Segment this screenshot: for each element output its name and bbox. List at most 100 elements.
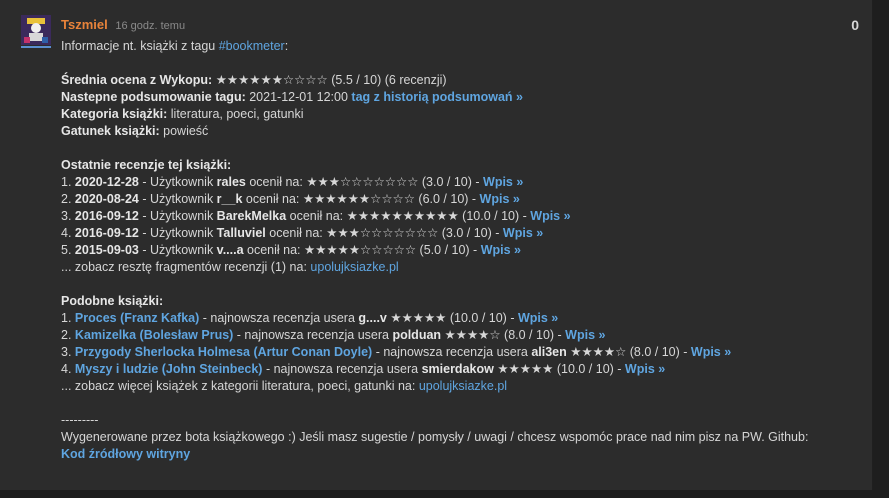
review-stars: ★★★★★☆☆☆☆☆ — [304, 243, 417, 257]
similar-pre: - najnowsza recenzja usera — [199, 311, 359, 325]
genre-line: Gatunek książki: powieść — [61, 123, 861, 140]
similar-title-link[interactable]: Proces (Franz Kafka) — [75, 311, 199, 325]
similar-score: (8.0 / 10) - — [626, 345, 691, 359]
genre-value: powieść — [163, 124, 209, 138]
similar-books-header: Podobne książki: — [61, 293, 861, 310]
review-mid: ocenił na: — [286, 209, 347, 223]
similar-score: (10.0 / 10) - — [553, 362, 625, 376]
similar-user: smierdakow — [421, 362, 494, 376]
source-code-link[interactable]: Kod źródłowy witryny — [61, 447, 190, 461]
separator: --------- — [61, 413, 99, 427]
tag-history-link[interactable]: tag z historią podsumowań » — [351, 90, 523, 104]
review-score: (3.0 / 10) - — [438, 226, 503, 240]
category-label: Kategoria książki: — [61, 107, 168, 121]
more-similar-link[interactable]: upolujksiazke.pl — [419, 379, 507, 393]
review-score: (10.0 / 10) - — [458, 209, 531, 223]
review-user: r__k — [216, 192, 243, 206]
similar-number: 4. — [61, 362, 72, 376]
similar-item: 4. Myszy i ludzie (John Steinbeck) - naj… — [61, 361, 861, 378]
more-reviews-link[interactable]: upolujksiazke.pl — [310, 260, 398, 274]
similar-item: 1. Proces (Franz Kafka) - najnowsza rece… — [61, 310, 861, 327]
similar-pre: - najnowsza recenzja usera — [233, 328, 393, 342]
similar-title-link[interactable]: Przygody Sherlocka Holmesa (Artur Conan … — [75, 345, 372, 359]
similar-link[interactable]: Wpis » — [691, 345, 731, 359]
similar-pre: - najnowsza recenzja usera — [372, 345, 532, 359]
review-stars: ★★★★★★☆☆☆☆ — [302, 192, 415, 206]
review-link[interactable]: Wpis » — [503, 226, 543, 240]
reviews-list: 1. 2020-12-28 - Użytkownik rales ocenił … — [61, 174, 861, 259]
average-rating-line: Średnia ocena z Wykopu: ★★★★★★☆☆☆☆ (5.5 … — [61, 72, 861, 89]
review-number: 1. — [61, 175, 72, 189]
review-date: 2020-12-28 — [74, 175, 139, 189]
similar-stars: ★★★★★ — [390, 311, 447, 325]
right-gutter — [873, 0, 889, 498]
similar-link[interactable]: Wpis » — [625, 362, 665, 376]
category-line: Kategoria książki: literatura, poeci, ga… — [61, 106, 861, 123]
recent-reviews-header: Ostatnie recenzje tej książki: — [61, 157, 861, 174]
review-pre: - Użytkownik — [138, 192, 217, 206]
review-stars: ★★★★★★★★★★ — [346, 209, 459, 223]
similar-stars: ★★★★★ — [497, 362, 554, 376]
similar-user: ali3en — [531, 345, 567, 359]
footer-text: Wygenerowane przez bota książkowego :) J… — [61, 430, 809, 444]
vote-score[interactable]: 0 — [851, 17, 859, 33]
review-pre: - Użytkownik — [138, 209, 217, 223]
review-pre: - Użytkownik — [138, 243, 217, 257]
similar-score: (8.0 / 10) - — [500, 328, 566, 342]
genre-label: Gatunek książki: — [61, 124, 160, 138]
review-item: 3. 2016-09-12 - Użytkownik BarekMelka oc… — [61, 208, 861, 225]
similar-link[interactable]: Wpis » — [518, 311, 558, 325]
review-number: 3. — [61, 209, 72, 223]
avatar-gender-bar — [21, 46, 51, 48]
review-link[interactable]: Wpis » — [483, 175, 523, 189]
post-card: Tszmiel 16 godz. temu 0 Informacje nt. k… — [0, 0, 873, 490]
tag-link[interactable]: #bookmeter — [219, 39, 285, 53]
intro-line: Informacje nt. książki z tagu #bookmeter… — [61, 38, 861, 55]
similar-stars: ★★★★☆ — [444, 328, 501, 342]
review-date: 2016-09-12 — [74, 209, 139, 223]
review-link[interactable]: Wpis » — [480, 192, 520, 206]
average-stars: ★★★★★★☆☆☆☆ — [215, 73, 328, 87]
review-user: Talluviel — [216, 226, 266, 240]
review-item: 1. 2020-12-28 - Użytkownik rales ocenił … — [61, 174, 861, 191]
review-mid: ocenił na: — [245, 175, 307, 189]
review-score: (6.0 / 10) - — [414, 192, 480, 206]
similar-number: 3. — [61, 345, 72, 359]
review-score: (5.0 / 10) - — [416, 243, 481, 257]
review-number: 2. — [61, 192, 72, 206]
intro-colon: : — [284, 39, 289, 53]
review-user: rales — [216, 175, 246, 189]
review-score: (3.0 / 10) - — [418, 175, 484, 189]
post-header: Tszmiel 16 godz. temu — [61, 17, 185, 33]
review-link[interactable]: Wpis » — [530, 209, 570, 223]
review-number: 5. — [61, 243, 72, 257]
similar-number: 2. — [61, 328, 72, 342]
review-stars: ★★★☆☆☆☆☆☆☆ — [326, 226, 439, 240]
review-user: v....a — [216, 243, 244, 257]
avatar-image — [21, 15, 51, 45]
similar-item: 2. Kamizelka (Bolesław Prus) - najnowsza… — [61, 327, 861, 344]
review-mid: ocenił na: — [242, 192, 303, 206]
author-name[interactable]: Tszmiel — [61, 17, 108, 32]
review-link[interactable]: Wpis » — [481, 243, 521, 257]
review-item: 2. 2020-08-24 - Użytkownik r__k ocenił n… — [61, 191, 861, 208]
review-item: 4. 2016-09-12 - Użytkownik Talluviel oce… — [61, 225, 861, 242]
review-mid: ocenił na: — [243, 243, 305, 257]
next-summary-line: Nastepne podsumowanie tagu: 2021-12-01 1… — [61, 89, 861, 106]
footer-link-line: Kod źródłowy witryny — [61, 446, 861, 463]
review-date: 2020-08-24 — [74, 192, 139, 206]
post-time[interactable]: 16 godz. temu — [115, 20, 185, 32]
avatar[interactable] — [21, 15, 51, 45]
similar-title-link[interactable]: Kamizelka (Bolesław Prus) — [75, 328, 233, 342]
bottom-gutter — [0, 490, 889, 498]
similar-title-link[interactable]: Myszy i ludzie (John Steinbeck) — [75, 362, 263, 376]
review-item: 5. 2015-09-03 - Użytkownik v....a ocenił… — [61, 242, 861, 259]
recent-reviews-title: Ostatnie recenzje tej książki: — [61, 158, 232, 172]
review-number: 4. — [61, 226, 72, 240]
similar-user: g....v — [358, 311, 387, 325]
similar-stars: ★★★★☆ — [570, 345, 627, 359]
more-reviews-line: ... zobacz resztę fragmentów recenzji (1… — [61, 259, 861, 276]
similar-link[interactable]: Wpis » — [565, 328, 605, 342]
similar-list: 1. Proces (Franz Kafka) - najnowsza rece… — [61, 310, 861, 378]
more-reviews-text: ... zobacz resztę fragmentów recenzji (1… — [61, 260, 311, 274]
